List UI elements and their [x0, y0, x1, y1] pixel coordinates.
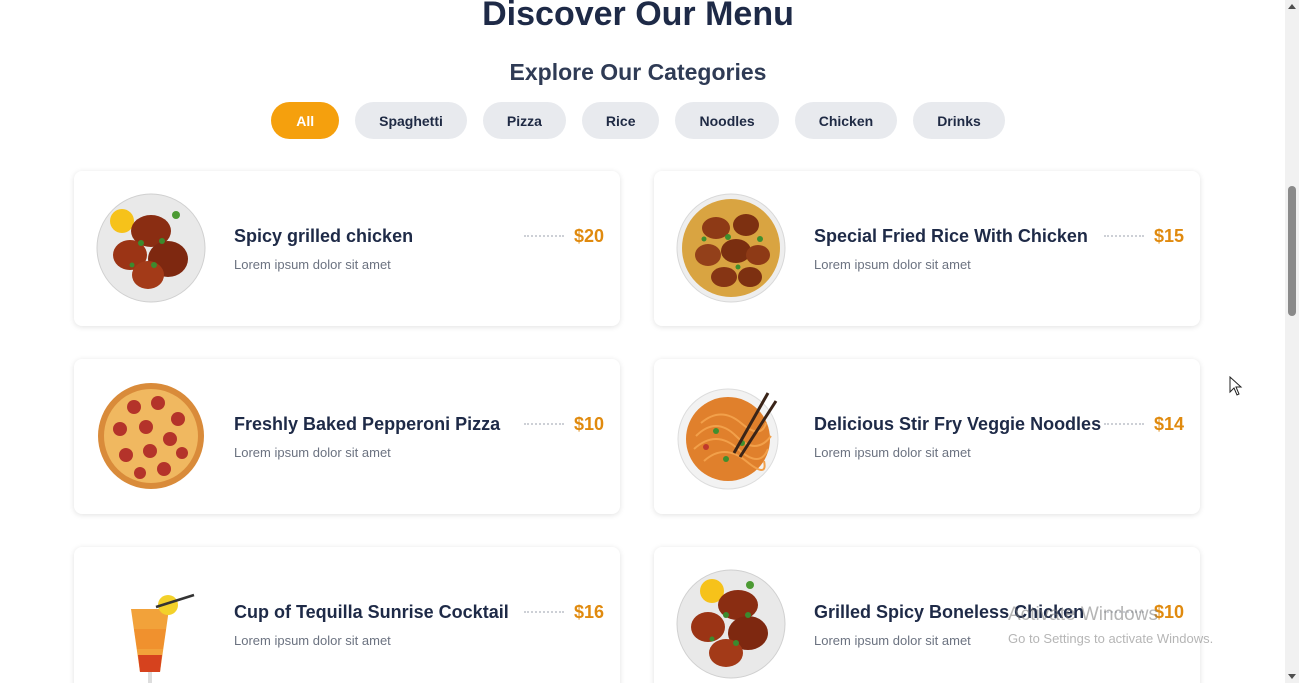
boneless-chicken-plate-image [676, 569, 786, 679]
section-subtitle: Explore Our Categories [509, 59, 767, 85]
category-filter-bar: All Spaghetti Pizza Rice Noodles Chicken… [0, 102, 1276, 139]
item-description: Lorem ipsum dolor sit amet [234, 633, 391, 648]
item-name: Cup of Tequilla Sunrise Cocktail [234, 602, 509, 622]
price-leader-dots [1104, 423, 1144, 425]
item-description: Lorem ipsum dolor sit amet [234, 257, 391, 272]
category-chip-spaghetti[interactable]: Spaghetti [355, 102, 467, 139]
menu-card[interactable]: Spicy grilled chicken Lorem ipsum dolor … [74, 171, 620, 326]
item-price: $14 [1153, 414, 1184, 434]
item-description: Lorem ipsum dolor sit amet [814, 445, 971, 460]
activate-windows-watermark: Activate Windows Go to Settings to activ… [1008, 604, 1213, 646]
price-leader-dots [524, 611, 564, 613]
price-leader-dots [1104, 235, 1144, 237]
scrollbar-thumb[interactable] [1288, 186, 1296, 316]
watermark-subtitle: Go to Settings to activate Windows. [1008, 631, 1214, 646]
watermark-title: Activate Windows [1008, 604, 1158, 625]
item-price: $10 [573, 414, 604, 434]
category-chip-chicken[interactable]: Chicken [794, 102, 898, 139]
scroll-up-arrow-icon[interactable] [1288, 4, 1296, 9]
menu-card[interactable]: Delicious Stir Fry Veggie Noodles Lorem … [654, 359, 1200, 514]
category-chip-rice[interactable]: Rice [581, 102, 660, 139]
item-name: Freshly Baked Pepperoni Pizza [234, 414, 501, 434]
item-name: Spicy grilled chicken [234, 226, 414, 246]
mouse-pointer-icon [1229, 376, 1243, 396]
item-description: Lorem ipsum dolor sit amet [814, 257, 971, 272]
category-chip-noodles[interactable]: Noodles [675, 102, 779, 139]
tequila-sunrise-cocktail-image [131, 593, 195, 683]
page-title: Discover Our Menu [482, 0, 794, 33]
item-price: $16 [573, 602, 604, 622]
scroll-down-arrow-icon[interactable] [1288, 674, 1296, 679]
category-chip-all[interactable]: All [271, 102, 340, 139]
item-price: $20 [573, 226, 604, 246]
item-name: Delicious Stir Fry Veggie Noodles [814, 414, 1102, 434]
item-description: Lorem ipsum dolor sit amet [234, 445, 391, 460]
grilled-chicken-plate-image [96, 193, 206, 303]
vertical-scrollbar[interactable] [1285, 0, 1299, 683]
category-chip-pizza[interactable]: Pizza [482, 102, 566, 139]
menu-card[interactable]: Freshly Baked Pepperoni Pizza Lorem ipsu… [74, 359, 620, 514]
menu-card[interactable]: Cup of Tequilla Sunrise Cocktail Lorem i… [74, 547, 620, 683]
item-price: $15 [1153, 226, 1184, 246]
veggie-noodles-image [677, 388, 779, 490]
menu-card[interactable]: Special Fried Rice With Chicken Lorem ip… [654, 171, 1200, 326]
category-chip-drinks[interactable]: Drinks [913, 102, 1005, 139]
price-leader-dots [524, 423, 564, 425]
pepperoni-pizza-image [98, 383, 204, 489]
item-description: Lorem ipsum dolor sit amet [814, 633, 971, 648]
fried-rice-chicken-image [676, 193, 786, 303]
price-leader-dots [524, 235, 564, 237]
item-name: Special Fried Rice With Chicken [814, 226, 1088, 246]
